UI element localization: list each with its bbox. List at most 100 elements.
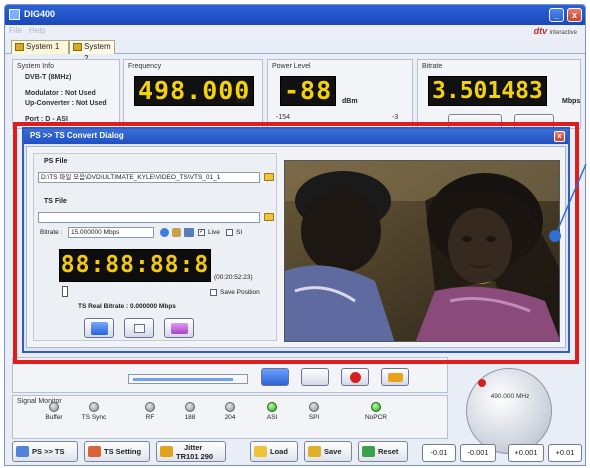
signal-label: NoPCR xyxy=(364,414,388,421)
live-checkbox[interactable]: ✓ xyxy=(198,229,205,236)
step-plus-001-button[interactable]: +0.01 xyxy=(548,444,582,462)
status-led xyxy=(185,402,195,412)
power-max: -3 xyxy=(392,114,399,121)
reset-icon xyxy=(362,446,375,457)
system-info-label: System Info xyxy=(17,63,54,70)
dialog-play-button[interactable] xyxy=(84,318,114,338)
step-minus-001-button[interactable]: -0.01 xyxy=(422,444,456,462)
tab-system-1[interactable]: System 1 xyxy=(11,40,69,54)
standard-text: DVB-T (8MHz) xyxy=(25,74,72,81)
calculator-icon[interactable] xyxy=(184,228,194,237)
ps-to-ts-button[interactable]: PS >> TS xyxy=(12,441,78,462)
signal-ts-sync: TS Sync xyxy=(80,402,108,424)
ts-setting-button[interactable]: TS Setting xyxy=(84,441,150,462)
ts-folder-icon[interactable] xyxy=(264,213,274,221)
stop-icon xyxy=(134,324,145,333)
load-button[interactable]: Load xyxy=(250,441,298,462)
bitrate-input[interactable]: 15.000000 Mbps xyxy=(68,227,154,238)
video-preview xyxy=(284,160,560,342)
signal-label: ASI xyxy=(266,414,278,421)
signal-spi: SPI xyxy=(300,402,328,424)
bitrate-field-label: Bitrate : xyxy=(40,229,63,236)
frequency-panel: Frequency 498.000 Mhz xyxy=(123,59,263,129)
jitter-button[interactable]: Jitter TR101 290 xyxy=(156,441,226,462)
save-icon xyxy=(308,446,321,457)
bitrate-panel: Bitrate 3.501483 Mbps xyxy=(417,59,581,129)
real-bitrate-text: TS Real Bitrate : 0.000000 Mbps xyxy=(78,303,176,310)
dialog-stop-button[interactable] xyxy=(124,318,154,338)
button-label-2: TR101 290 xyxy=(176,452,214,461)
tab-label: System 1 xyxy=(26,42,60,51)
signal-nopcr: NoPCR xyxy=(362,402,390,424)
signal-buffer: Buffer xyxy=(40,402,68,424)
signal-label: TS Sync xyxy=(81,414,107,421)
button-label: PS >> TS xyxy=(32,447,65,456)
record-button[interactable] xyxy=(341,368,369,386)
step-plus-0001-button[interactable]: +0.001 xyxy=(508,444,544,462)
menu-file[interactable]: File xyxy=(9,26,22,35)
button-label: TS Setting xyxy=(104,447,142,456)
convert-icon xyxy=(16,446,29,457)
signal-label: RF xyxy=(145,414,155,421)
stop-button[interactable] xyxy=(301,368,329,386)
record-icon xyxy=(350,372,361,383)
ts-file-label: TS File xyxy=(44,198,67,205)
knob-indicator xyxy=(478,379,486,387)
step-minus-0001-button[interactable]: -0.001 xyxy=(460,444,496,462)
status-led xyxy=(267,402,277,412)
save-button[interactable]: Save xyxy=(304,441,352,462)
ps-folder-icon[interactable] xyxy=(264,173,274,181)
frequency-unit: Mhz xyxy=(236,98,250,105)
position-slider-thumb[interactable] xyxy=(62,286,68,297)
loop-button[interactable] xyxy=(381,368,409,386)
dialog-title: PS >> TS Convert Dialog xyxy=(24,129,568,144)
power-unit: dBm xyxy=(342,98,358,105)
frequency-knob[interactable]: 490.000 MHz xyxy=(466,368,552,454)
knob-label: 490.000 MHz xyxy=(490,393,530,400)
signal-204: 204 xyxy=(216,402,244,424)
button-label: Save xyxy=(324,447,342,456)
port-text: Port : D - ASI xyxy=(25,116,68,123)
reset-button[interactable]: Reset xyxy=(358,441,408,462)
status-led xyxy=(309,402,319,412)
dialog-pause-button[interactable] xyxy=(164,318,194,338)
folder-icon xyxy=(254,446,267,457)
tool-icon[interactable] xyxy=(172,228,181,237)
status-led xyxy=(225,402,235,412)
brand-logo: dtv interactive xyxy=(533,26,577,36)
video-frame-image xyxy=(285,161,559,341)
close-button[interactable]: x xyxy=(567,8,582,22)
apply-icon[interactable] xyxy=(160,228,169,237)
dialog-close-button[interactable]: x xyxy=(554,131,565,142)
signal-label: 204 xyxy=(224,414,236,421)
playback-slider-bar xyxy=(133,378,233,381)
si-checkbox[interactable] xyxy=(226,229,233,236)
system-icon xyxy=(73,43,82,51)
live-label: Live xyxy=(208,229,220,236)
playback-slider-track[interactable] xyxy=(128,374,248,384)
button-label: Load xyxy=(270,447,288,456)
status-led xyxy=(49,402,59,412)
menu-help[interactable]: Help xyxy=(29,26,45,35)
bitrate-label: Bitrate xyxy=(422,63,443,70)
status-led xyxy=(145,402,155,412)
minimize-button[interactable]: _ xyxy=(549,8,564,22)
power-panel: Power Level -88 dBm -154 -3 xyxy=(267,59,413,129)
play-button[interactable] xyxy=(261,368,289,386)
upconverter-text: Up-Converter : Not Used xyxy=(25,100,107,107)
tab-system-2[interactable]: System 2 xyxy=(69,40,115,63)
ps-file-label: PS File xyxy=(44,158,68,165)
settings-icon xyxy=(88,446,101,457)
callout-pointer xyxy=(549,163,587,242)
frequency-label: Frequency xyxy=(128,63,162,70)
pause-icon xyxy=(171,323,188,334)
signal-label: 188 xyxy=(184,414,196,421)
button-label: Jitter xyxy=(184,443,203,452)
bitrate-unit: Mbps xyxy=(562,98,581,105)
ts-file-path-field[interactable] xyxy=(38,212,260,223)
playback-panel xyxy=(12,357,448,393)
signal-188: 188 xyxy=(176,402,204,424)
ps-file-path-field[interactable]: D:\TS 파일 모음\DVD\ULTIMATE_KYLE\VIDEO_TS\V… xyxy=(38,172,260,183)
save-position-checkbox[interactable] xyxy=(210,289,217,296)
tab-strip: System 1 System 2 xyxy=(5,38,585,63)
